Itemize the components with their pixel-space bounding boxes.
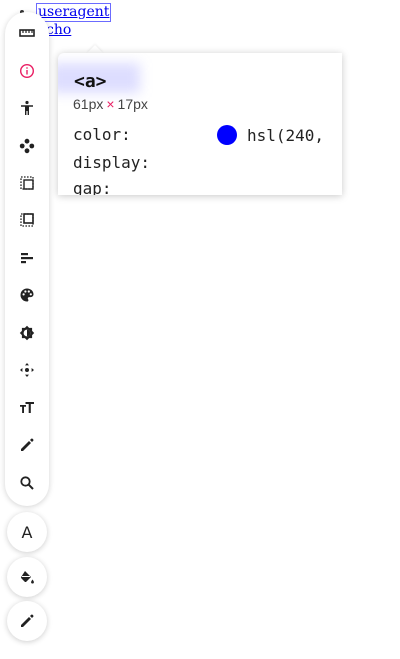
element-tag: <a> [74, 71, 107, 92]
paint-bucket-icon [21, 571, 34, 584]
palette-tool[interactable] [5, 279, 49, 311]
align-tool[interactable] [5, 242, 49, 274]
font-size-tool[interactable] [5, 392, 49, 424]
contrast-tool[interactable] [5, 317, 49, 349]
prop-row-color: color: hsl(240, [73, 125, 324, 145]
padding-icon [20, 213, 34, 227]
element-width: 61px [73, 96, 104, 112]
font-letter-icon: A [21, 522, 33, 542]
edit-text-icon [21, 438, 34, 451]
margin-tool[interactable] [5, 167, 49, 199]
prop-value-color: hsl(240, [217, 125, 324, 145]
pencil-button[interactable] [7, 601, 47, 641]
color-value: hsl(240, [247, 125, 325, 145]
font-button[interactable]: A [7, 512, 47, 552]
position-icon [20, 363, 34, 377]
color-swatch [217, 125, 237, 145]
search-icon [20, 476, 34, 490]
element-inspector-tooltip: <a> 61px × 17px color: hsl(240, display: g… [58, 53, 342, 195]
font-size-icon [20, 402, 34, 413]
prop-name: display: [73, 153, 151, 172]
padding-tool[interactable] [5, 204, 49, 236]
prop-row-display: display: [73, 153, 150, 172]
tooltip-arrow [87, 45, 103, 53]
ruler-icon [19, 29, 35, 37]
info-icon [19, 63, 35, 79]
move-tool[interactable] [5, 130, 49, 162]
fill-button[interactable] [7, 557, 47, 597]
prop-name: gap: [73, 179, 112, 195]
align-icon [21, 253, 33, 264]
devtools-toolbar [5, 12, 49, 506]
prop-row-gap: gap: [73, 179, 112, 195]
search-tool[interactable] [5, 467, 49, 499]
accessibility-icon [21, 100, 33, 115]
times-sign: × [106, 96, 115, 112]
edit-text-tool[interactable] [5, 429, 49, 461]
info-tool[interactable] [5, 55, 49, 87]
pencil-icon [21, 614, 34, 627]
element-dimensions: 61px × 17px [73, 96, 148, 112]
ruler-tool[interactable] [5, 17, 49, 49]
prop-name: color: [73, 125, 131, 144]
accessibility-tool[interactable] [5, 92, 49, 124]
echo-link[interactable]: cho [46, 22, 71, 39]
move-icon [19, 138, 35, 154]
element-height: 17px [117, 96, 148, 112]
margin-icon [20, 176, 34, 190]
contrast-icon [19, 325, 35, 341]
palette-icon [20, 288, 34, 302]
position-tool[interactable] [5, 354, 49, 386]
